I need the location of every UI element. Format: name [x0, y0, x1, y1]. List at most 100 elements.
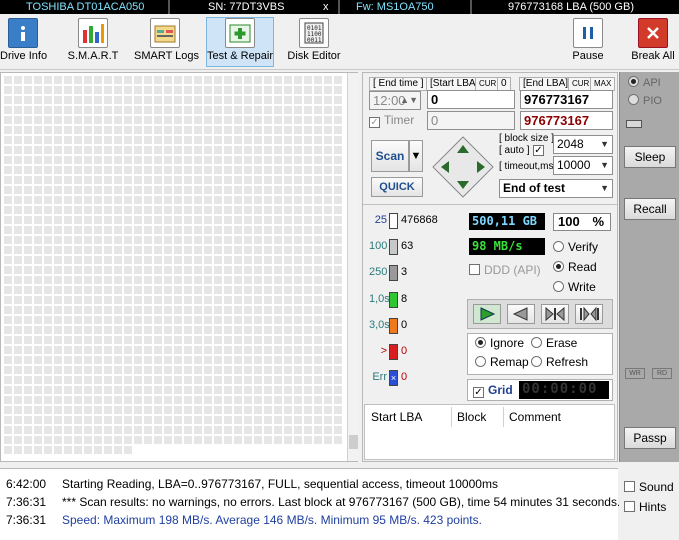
- smart-logs-label: SMART Logs: [134, 50, 200, 62]
- mode-verify[interactable]: Verify: [553, 240, 598, 254]
- mode-read[interactable]: Read: [553, 260, 597, 274]
- timeout-select[interactable]: 10000 ▼: [553, 156, 613, 175]
- quick-button[interactable]: QUICK: [371, 177, 423, 197]
- pause-icon: [573, 18, 603, 48]
- scan-button[interactable]: Scan: [371, 140, 409, 172]
- grid-checkbox[interactable]: ✓ Grid: [473, 383, 513, 398]
- direction-pad[interactable]: [431, 135, 495, 199]
- auto-checkbox[interactable]: ✓: [533, 145, 544, 156]
- block-cell: [214, 166, 222, 174]
- block-cell: [334, 406, 342, 414]
- api-radio[interactable]: API: [628, 76, 661, 89]
- back-button[interactable]: [507, 304, 535, 324]
- block-cell: [124, 386, 132, 394]
- block-cell: [194, 186, 202, 194]
- block-cell: [134, 236, 142, 244]
- block-cell: [304, 116, 312, 124]
- sound-checkbox[interactable]: Sound: [624, 480, 674, 494]
- block-cell: [114, 206, 122, 214]
- action-ignore[interactable]: Ignore: [475, 336, 524, 350]
- smart-button[interactable]: S.M.A.R.T: [66, 18, 120, 62]
- block-cell: [14, 416, 22, 424]
- end-action-select[interactable]: End of test ▼: [499, 179, 613, 198]
- sleep-button[interactable]: Sleep: [624, 146, 676, 168]
- block-cell: [324, 376, 332, 384]
- block-cell: [4, 406, 12, 414]
- block-cell: [334, 346, 342, 354]
- smart-logs-button[interactable]: SMART Logs: [134, 18, 200, 62]
- pio-radio[interactable]: PIO: [628, 94, 662, 107]
- timer-checkbox[interactable]: ✓ Timer: [369, 113, 414, 128]
- end-lba-field[interactable]: 976773167: [520, 90, 613, 109]
- separator: [168, 0, 170, 14]
- end-time-field[interactable]: 12:00 ▲▼: [369, 91, 421, 110]
- block-cell: [264, 276, 272, 284]
- recall-button[interactable]: Recall: [624, 198, 676, 220]
- timer-field[interactable]: 0: [427, 111, 515, 130]
- block-cell: [114, 236, 122, 244]
- close-drive-button[interactable]: x: [323, 0, 329, 14]
- block-cell: [184, 216, 192, 224]
- block-cell: [334, 126, 342, 134]
- play-button[interactable]: [473, 304, 501, 324]
- block-cell: [234, 386, 242, 394]
- block-cell: [164, 236, 172, 244]
- column-block[interactable]: Block: [457, 410, 486, 424]
- block-cell: [4, 206, 12, 214]
- block-cell: [134, 126, 142, 134]
- block-cell: [314, 276, 322, 284]
- action-refresh[interactable]: Refresh: [531, 355, 588, 369]
- block-cell: [4, 396, 12, 404]
- end-button[interactable]: [575, 304, 603, 324]
- block-cell: [264, 126, 272, 134]
- spin-icon[interactable]: ▲▼: [400, 92, 418, 109]
- action-remap[interactable]: Remap: [475, 355, 529, 369]
- block-cell: [154, 366, 162, 374]
- block-cell: [54, 356, 62, 364]
- break-all-button[interactable]: Break All: [630, 18, 676, 62]
- block-cell: [164, 96, 172, 104]
- column-start-lba[interactable]: Start LBA: [371, 410, 422, 424]
- column-comment[interactable]: Comment: [509, 410, 561, 424]
- timeout-value: 10000: [557, 158, 591, 172]
- jump-button[interactable]: [541, 304, 569, 324]
- block-cell: [334, 176, 342, 184]
- scrollbar-thumb[interactable]: [349, 435, 358, 449]
- block-cell: [194, 86, 202, 94]
- block-cell: [104, 366, 112, 374]
- block-cell: [24, 116, 32, 124]
- block-cell: [334, 306, 342, 314]
- block-cell: [294, 326, 302, 334]
- block-cell: [284, 426, 292, 434]
- block-cell: [224, 356, 232, 364]
- block-cell: [104, 176, 112, 184]
- block-cell: [274, 136, 282, 144]
- scan-dropdown-button[interactable]: ▼: [409, 140, 423, 172]
- test-repair-button[interactable]: Test & Repair: [206, 17, 274, 67]
- passp-button[interactable]: Passp: [624, 427, 676, 449]
- block-size-select[interactable]: 2048 ▼: [553, 135, 613, 154]
- block-cell: [274, 326, 282, 334]
- pause-button[interactable]: Pause: [570, 18, 606, 62]
- block-cell: [234, 106, 242, 114]
- hints-checkbox[interactable]: Hints: [624, 500, 666, 514]
- max-button[interactable]: MAX: [590, 77, 616, 91]
- block-cell: [254, 246, 262, 254]
- block-cell: [274, 156, 282, 164]
- block-cell: [324, 226, 332, 234]
- ddd-checkbox[interactable]: DDD (API): [469, 263, 541, 277]
- legend-swatch: [389, 317, 398, 334]
- action-erase[interactable]: Erase: [531, 336, 577, 350]
- mode-write[interactable]: Write: [553, 280, 596, 294]
- drive-info-button[interactable]: Drive Info: [0, 18, 47, 62]
- block-cell: [274, 356, 282, 364]
- start-lba-field[interactable]: 0: [427, 90, 515, 109]
- block-cell: [224, 346, 232, 354]
- block-cell: [154, 276, 162, 284]
- block-cell: [134, 226, 142, 234]
- block-cell: [124, 86, 132, 94]
- disk-editor-button[interactable]: 0101 1100 0011 Disk Editor: [286, 18, 342, 62]
- block-cell: [104, 216, 112, 224]
- block-cell: [74, 356, 82, 364]
- block-map-scrollbar[interactable]: [347, 73, 359, 461]
